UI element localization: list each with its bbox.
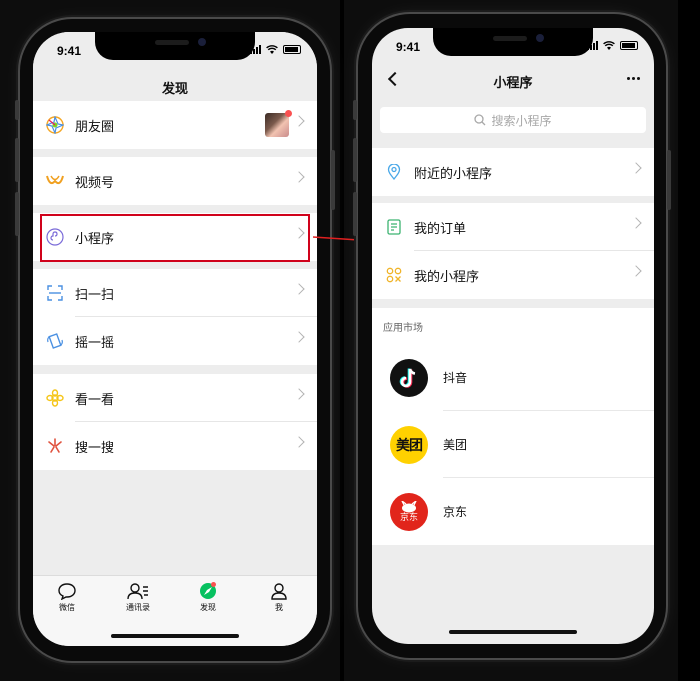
app-market-section: 应用市场 抖音 美团 美团 京东 京东 bbox=[372, 308, 654, 545]
chevron-right-icon bbox=[293, 388, 305, 400]
me-icon bbox=[271, 583, 287, 600]
moments-row[interactable]: 朋友圈 bbox=[33, 101, 317, 149]
app-item-jd[interactable]: 京东 京东 bbox=[372, 478, 654, 545]
status-time: 9:41 bbox=[57, 44, 82, 58]
shake-icon bbox=[45, 331, 65, 351]
channels-group: 视频号 bbox=[33, 157, 317, 205]
app-name-douyin: 抖音 bbox=[443, 371, 468, 385]
tab-chats-label: 微信 bbox=[59, 603, 75, 612]
chevron-right-icon bbox=[293, 115, 305, 127]
scan-icon bbox=[45, 283, 65, 303]
app-name-jd: 京东 bbox=[443, 505, 468, 519]
search-placeholder: 搜索小程序 bbox=[491, 113, 552, 128]
chevron-right-icon bbox=[630, 217, 642, 229]
moments-label: 朋友圈 bbox=[75, 119, 115, 135]
nearby-mini-programs-label: 附近的小程序 bbox=[414, 166, 493, 182]
page-title: 小程序 bbox=[493, 76, 533, 91]
order-icon bbox=[384, 217, 404, 237]
scan-shake-group: 扫一扫 摇一摇 bbox=[33, 269, 317, 365]
moments-icon bbox=[45, 115, 65, 135]
home-indicator bbox=[449, 630, 577, 634]
shake-label: 摇一摇 bbox=[75, 335, 115, 351]
tab-me-label: 我 bbox=[275, 603, 283, 612]
battery-icon bbox=[620, 41, 638, 50]
app-name-meituan: 美团 bbox=[443, 438, 468, 452]
chevron-right-icon bbox=[293, 171, 305, 183]
chat-icon bbox=[58, 583, 76, 600]
app-item-meituan[interactable]: 美团 美团 bbox=[372, 411, 654, 478]
notch bbox=[95, 32, 255, 60]
tab-bar: 微信 通讯录 发现 我 bbox=[33, 575, 317, 646]
wifi-icon bbox=[266, 45, 278, 54]
contacts-icon bbox=[127, 583, 148, 600]
jd-logo: 京东 bbox=[390, 492, 428, 531]
search-label: 搜一搜 bbox=[75, 440, 115, 456]
right-phone-volume-up bbox=[353, 138, 357, 182]
chevron-right-icon bbox=[630, 265, 642, 277]
scan-row[interactable]: 扫一扫 bbox=[33, 269, 317, 317]
right-phone-volume-down bbox=[353, 192, 357, 236]
channels-label: 视频号 bbox=[75, 175, 115, 191]
douyin-logo bbox=[390, 358, 428, 397]
top-stories-label: 看一看 bbox=[75, 392, 115, 408]
tab-contacts[interactable]: 通讯录 bbox=[108, 582, 168, 613]
left-screen: 9:41 发现 朋友圈 视频号 小程序 扫一扫 摇一摇 看一看 搜一搜 微信 通… bbox=[33, 32, 317, 646]
tab-contacts-label: 通讯录 bbox=[126, 603, 150, 612]
my-orders-label: 我的订单 bbox=[414, 221, 467, 237]
shake-row[interactable]: 摇一摇 bbox=[33, 317, 317, 365]
search-icon bbox=[45, 436, 65, 456]
orders-group: 我的订单 我的小程序 bbox=[372, 203, 654, 299]
app-item-douyin[interactable]: 抖音 bbox=[372, 344, 654, 411]
chevron-right-icon bbox=[293, 283, 305, 295]
tab-discover[interactable]: 发现 bbox=[178, 582, 238, 613]
search-icon bbox=[474, 114, 486, 126]
left-phone-volume-up bbox=[15, 138, 19, 182]
chevron-right-icon bbox=[293, 331, 305, 343]
meituan-logo: 美团 bbox=[390, 425, 428, 464]
my-mini-programs-icon bbox=[384, 265, 404, 285]
app-market-heading: 应用市场 bbox=[383, 323, 423, 334]
new-moment-badge bbox=[285, 110, 292, 117]
right-screen: 9:41 小程序 搜索小程序 附近的小程序 我的订单 我的小程序 应用市场 抖音… bbox=[372, 28, 654, 644]
chevron-right-icon bbox=[630, 162, 642, 174]
left-phone-power-button bbox=[331, 150, 335, 210]
wifi-icon bbox=[603, 41, 615, 50]
moments-group: 朋友圈 bbox=[33, 101, 317, 149]
home-indicator bbox=[111, 634, 239, 638]
notch bbox=[433, 28, 593, 56]
avatar bbox=[265, 113, 289, 137]
right-phone-mute-switch bbox=[353, 100, 357, 120]
tab-chats[interactable]: 微信 bbox=[37, 582, 97, 613]
mini-program-highlight-box bbox=[40, 214, 310, 262]
scan-label: 扫一扫 bbox=[75, 287, 115, 303]
search-row[interactable]: 搜一搜 bbox=[33, 422, 317, 470]
status-time: 9:41 bbox=[396, 40, 421, 54]
stories-search-group: 看一看 搜一搜 bbox=[33, 374, 317, 470]
tab-discover-label: 发现 bbox=[200, 603, 216, 612]
my-mini-programs-row[interactable]: 我的小程序 bbox=[372, 251, 654, 299]
nearby-group: 附近的小程序 bbox=[372, 148, 654, 196]
page-title: 发现 bbox=[161, 82, 188, 97]
discover-icon bbox=[200, 582, 216, 599]
left-phone-mute-switch bbox=[15, 100, 19, 120]
my-mini-programs-label: 我的小程序 bbox=[414, 269, 480, 285]
location-icon bbox=[384, 162, 404, 182]
nearby-mini-programs-row[interactable]: 附近的小程序 bbox=[372, 148, 654, 196]
my-orders-row[interactable]: 我的订单 bbox=[372, 203, 654, 251]
search-bar[interactable]: 搜索小程序 bbox=[380, 107, 646, 133]
left-phone-volume-down bbox=[15, 192, 19, 236]
right-phone-power-button bbox=[667, 150, 671, 210]
more-menu-icon[interactable] bbox=[627, 77, 640, 80]
channels-icon bbox=[45, 171, 65, 191]
battery-icon bbox=[283, 45, 301, 54]
tab-me[interactable]: 我 bbox=[249, 582, 309, 613]
top-stories-row[interactable]: 看一看 bbox=[33, 374, 317, 422]
top-stories-icon bbox=[45, 388, 65, 408]
channels-row[interactable]: 视频号 bbox=[33, 157, 317, 205]
chevron-right-icon bbox=[293, 436, 305, 448]
